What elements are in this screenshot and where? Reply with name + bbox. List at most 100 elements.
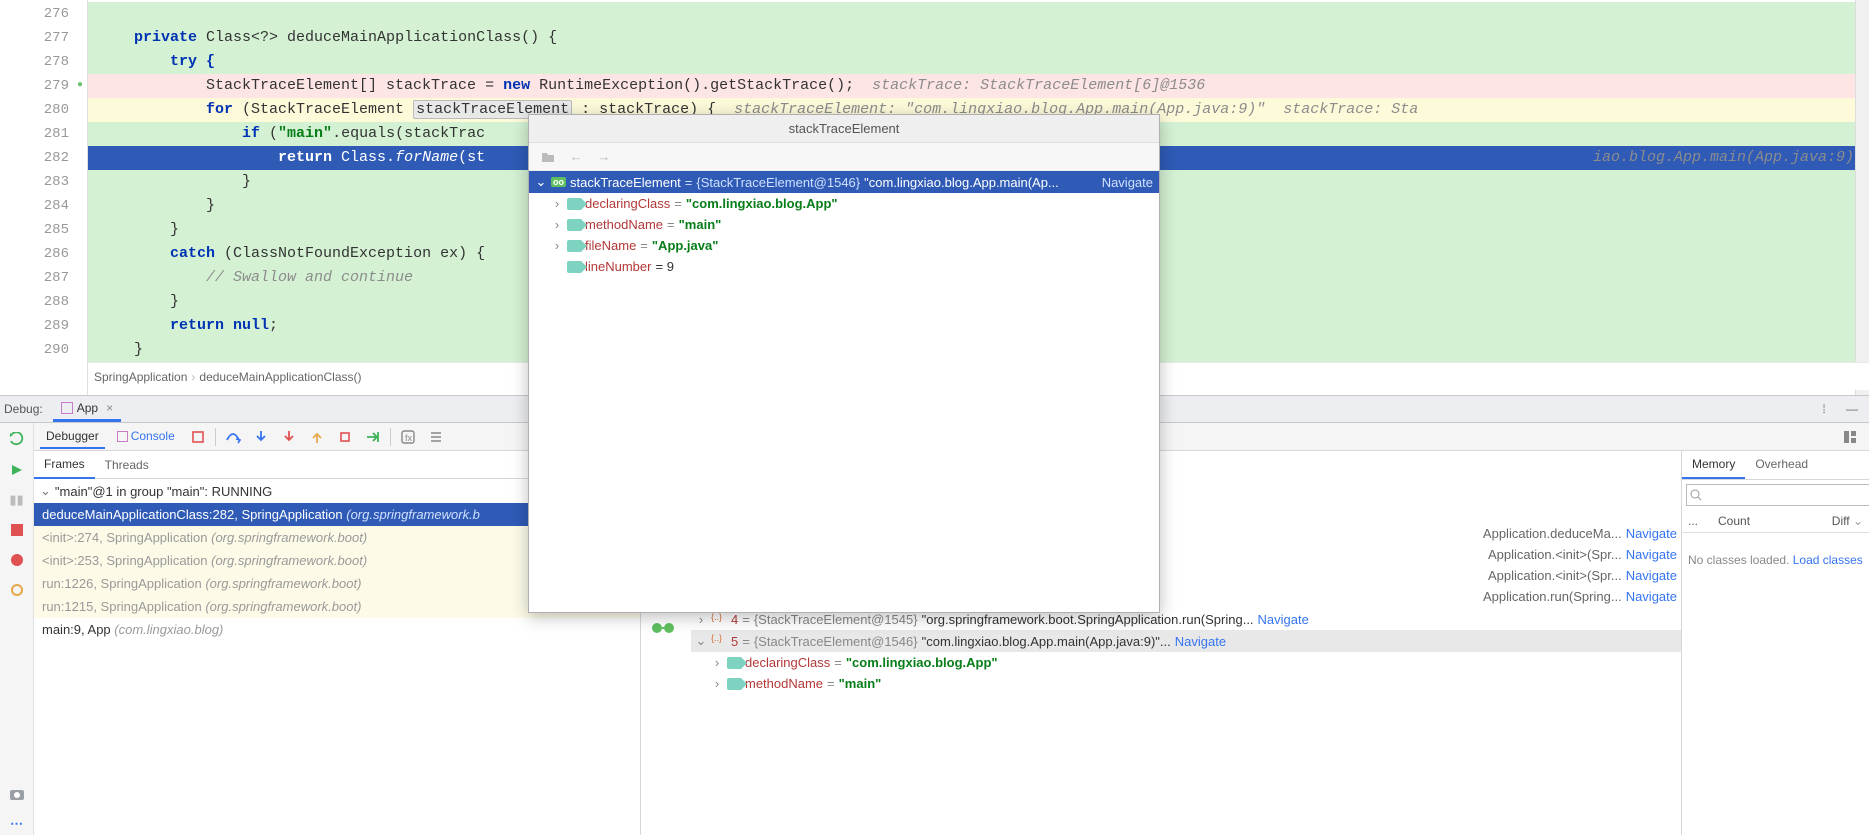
thread-label: "main"@1 in group "main": RUNNING	[55, 484, 272, 499]
variable-hint-row[interactable]: Application.<init>(Spr... Navigate	[1467, 565, 1681, 586]
field-icon	[727, 678, 741, 690]
threads-tab[interactable]: Threads	[95, 452, 159, 478]
camera-icon[interactable]	[6, 783, 28, 805]
force-step-into-icon[interactable]	[278, 426, 300, 448]
debugger-tab[interactable]: Debugger	[40, 425, 105, 449]
line-number: 284	[0, 194, 69, 218]
line-number: 288	[0, 290, 69, 314]
console-tab[interactable]: Console	[111, 425, 181, 449]
popup-field[interactable]: › methodName = "main"	[529, 214, 1159, 235]
show-execution-point-icon[interactable]	[187, 426, 209, 448]
line-number: 278	[0, 50, 69, 74]
step-over-icon[interactable]	[222, 426, 244, 448]
variable-hints: Application.deduceMa... Navigate Applica…	[1467, 523, 1681, 607]
variable-node[interactable]: ⌄ 5 = {StackTraceElement@1546} "com.ling…	[691, 630, 1681, 652]
watches-icon[interactable]	[651, 621, 675, 635]
popup-field[interactable]: › fileName = "App.java"	[529, 235, 1159, 256]
layout-settings-icon[interactable]	[1839, 426, 1861, 448]
memory-tabs: Memory Overhead	[1682, 451, 1869, 480]
chevron-down-icon: ⌄	[1853, 514, 1863, 528]
rerun-icon[interactable]	[6, 429, 28, 451]
memory-search-input[interactable]	[1686, 484, 1869, 506]
field-icon	[727, 657, 741, 669]
debug-run-tab[interactable]: App ×	[53, 397, 121, 422]
popup-tree[interactable]: ⌄ oo stackTraceElement = {StackTraceElem…	[529, 171, 1159, 277]
object-icon	[711, 635, 727, 647]
breadcrumb-item[interactable]: deduceMainApplicationClass()	[199, 370, 361, 384]
line-gutter: 276 277 278 279 280 281 282 283 284 285 …	[0, 0, 88, 395]
drop-frame-icon[interactable]	[334, 426, 356, 448]
mute-breakpoints-icon[interactable]	[6, 579, 28, 601]
evaluate-expression-icon[interactable]: fx	[397, 426, 419, 448]
svg-text:fx: fx	[405, 433, 413, 443]
chevron-right-icon: ›	[191, 370, 195, 384]
col-count[interactable]: Count	[1718, 514, 1832, 528]
editor-marker-bar[interactable]	[1855, 0, 1869, 395]
line-number: 280	[0, 98, 69, 122]
more-icon[interactable]: ⋯	[6, 813, 28, 835]
field-icon	[567, 261, 581, 273]
popup-field[interactable]: › declaringClass = "com.lingxiao.blog.Ap…	[529, 193, 1159, 214]
line-number: 276	[0, 2, 69, 26]
field-icon	[567, 240, 581, 252]
memory-columns: ... Count Diff ⌄	[1682, 510, 1869, 533]
col-diff[interactable]: Diff ⌄	[1832, 514, 1863, 528]
debug-header-actions: ⁞ —	[1813, 398, 1869, 420]
chevron-right-icon[interactable]: ›	[711, 676, 723, 691]
quick-evaluate-popup[interactable]: stackTraceElement ← → ⌄ oo stackTraceEle…	[528, 114, 1160, 613]
popup-root-node[interactable]: ⌄ oo stackTraceElement = {StackTraceElem…	[529, 171, 1159, 193]
variable-field[interactable]: › methodName = "main"	[691, 673, 1681, 694]
memory-tab[interactable]: Memory	[1682, 451, 1745, 479]
code-line[interactable]	[88, 2, 1869, 26]
memory-search-row: ⁞	[1682, 480, 1869, 510]
step-out-icon[interactable]	[306, 426, 328, 448]
chevron-right-icon[interactable]: ›	[695, 612, 707, 627]
chevron-right-icon[interactable]: ›	[551, 196, 563, 211]
load-classes-link[interactable]: Load classes	[1793, 553, 1863, 567]
settings-icon[interactable]: ⁞	[1813, 398, 1835, 420]
code-line[interactable]: StackTraceElement[] stackTrace = new Run…	[88, 74, 1869, 98]
line-number: 289	[0, 314, 69, 338]
chevron-down-icon[interactable]: ⌄	[535, 174, 547, 190]
navigate-link[interactable]: Navigate	[1102, 175, 1153, 190]
instance-badge-icon: oo	[551, 177, 566, 187]
chevron-right-icon[interactable]: ›	[551, 238, 563, 253]
view-breakpoints-icon[interactable]	[6, 549, 28, 571]
navigate-link[interactable]: Navigate	[1175, 634, 1226, 649]
code-line[interactable]: try {	[88, 50, 1869, 74]
debug-label: Debug:	[4, 402, 43, 416]
console-icon	[117, 431, 128, 442]
resume-icon[interactable]	[6, 459, 28, 481]
variable-field[interactable]: › declaringClass = "com.lingxiao.blog.Ap…	[691, 652, 1681, 673]
code-line[interactable]: private Class<?> deduceMainApplicationCl…	[88, 26, 1869, 50]
navigate-link[interactable]: Navigate	[1258, 612, 1309, 627]
run-to-cursor-icon[interactable]	[362, 426, 384, 448]
debug-vertical-toolbar: ▮▮ ⋯	[0, 423, 34, 835]
folder-icon[interactable]	[537, 146, 559, 168]
variable-hint-row[interactable]: Application.deduceMa... Navigate	[1467, 523, 1681, 544]
minimize-icon[interactable]: —	[1841, 398, 1863, 420]
breadcrumb-item[interactable]: SpringApplication	[94, 370, 187, 384]
chevron-right-icon[interactable]: ›	[551, 217, 563, 232]
pause-icon[interactable]: ▮▮	[6, 489, 28, 511]
variables-tree[interactable]: › 4 = {StackTraceElement@1545} "org.spri…	[691, 609, 1681, 835]
variable-hint-row[interactable]: Application.<init>(Spr... Navigate	[1467, 544, 1681, 565]
back-icon[interactable]: ←	[565, 146, 587, 168]
separator	[390, 428, 391, 446]
popup-field[interactable]: lineNumber = 9	[529, 256, 1159, 277]
popup-title: stackTraceElement	[529, 115, 1159, 143]
object-icon	[711, 614, 727, 626]
step-into-icon[interactable]	[250, 426, 272, 448]
chevron-down-icon[interactable]: ⌄	[695, 633, 707, 649]
chevron-right-icon[interactable]: ›	[711, 655, 723, 670]
frames-tab[interactable]: Frames	[34, 451, 95, 479]
trace-icon[interactable]	[425, 426, 447, 448]
forward-icon[interactable]: →	[593, 146, 615, 168]
line-number: 290	[0, 338, 69, 362]
stack-frame[interactable]: main:9, App (com.lingxiao.blog)	[34, 618, 640, 641]
field-icon	[567, 198, 581, 210]
close-icon[interactable]: ×	[106, 401, 113, 415]
stop-icon[interactable]	[6, 519, 28, 541]
overhead-tab[interactable]: Overhead	[1745, 451, 1818, 479]
variable-hint-row[interactable]: Application.run(Spring... Navigate	[1467, 586, 1681, 607]
